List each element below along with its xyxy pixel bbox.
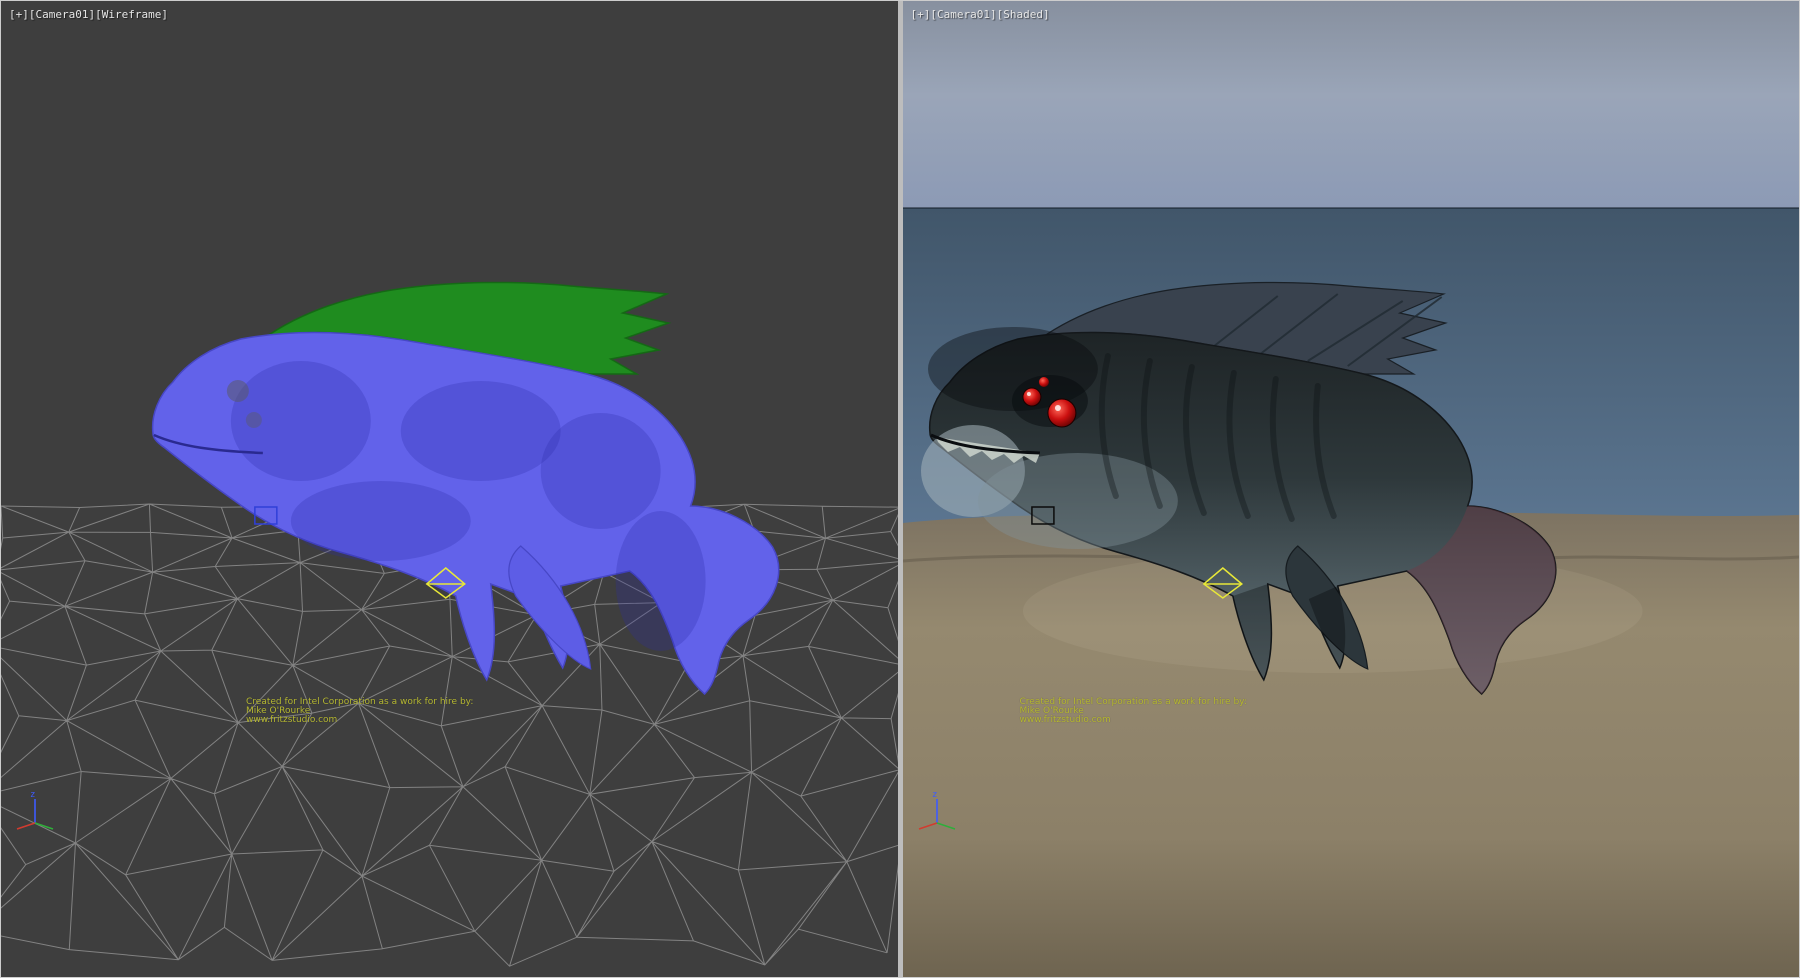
- shaded-canvas[interactable]: [903, 1, 1800, 977]
- fish-eye-red-tiny: [1038, 377, 1048, 387]
- wireframe-canvas[interactable]: [1, 1, 898, 977]
- axis-z-label: z: [30, 790, 35, 800]
- fish-eye-spot-small: [246, 412, 262, 428]
- viewport-label-right: [+] [Camera01] [Shaded]: [911, 8, 1050, 21]
- viewport-menu-pov[interactable]: [Camera01]: [29, 8, 95, 21]
- world-axis-tripod: z: [913, 787, 959, 835]
- viewport-wireframe[interactable]: [+] [Camera01] [Wireframe] Created for I…: [1, 1, 898, 977]
- fish-eye-specular: [1054, 405, 1060, 411]
- fish-eye-red-large: [1047, 399, 1075, 427]
- axis-z-label: z: [932, 790, 937, 800]
- viewport-area: [+] [Camera01] [Wireframe] Created for I…: [0, 0, 1800, 978]
- fish-eye-red-small: [1022, 388, 1040, 406]
- axis-y-icon: [937, 823, 955, 829]
- watermark-line3: www.fritzstudio.com: [1020, 716, 1247, 725]
- world-axis-tripod: z: [11, 787, 57, 835]
- fish-eye-specular-small: [1026, 392, 1030, 396]
- axis-x-icon: [17, 823, 35, 829]
- viewport-shaded[interactable]: [+] [Camera01] [Shaded] Created for Inte…: [903, 1, 1800, 977]
- viewport-menu-general[interactable]: [+]: [911, 8, 931, 21]
- viewport-label-left: [+] [Camera01] [Wireframe]: [9, 8, 168, 21]
- watermark: Created for Intel Corporation as a work …: [1020, 698, 1247, 725]
- viewport-menu-shading[interactable]: [Shaded]: [997, 8, 1050, 21]
- fish-model-wireframe[interactable]: [153, 282, 779, 694]
- watermark: Created for Intel Corporation as a work …: [246, 698, 473, 725]
- axis-y-icon: [35, 823, 53, 829]
- watermark-line3: www.fritzstudio.com: [246, 716, 473, 725]
- viewport-menu-shading[interactable]: [Wireframe]: [95, 8, 168, 21]
- fish-eye-spot: [227, 380, 249, 402]
- axis-x-icon: [919, 823, 937, 829]
- viewport-menu-pov[interactable]: [Camera01]: [930, 8, 996, 21]
- viewport-menu-general[interactable]: [+]: [9, 8, 29, 21]
- sky-background: [903, 1, 1800, 210]
